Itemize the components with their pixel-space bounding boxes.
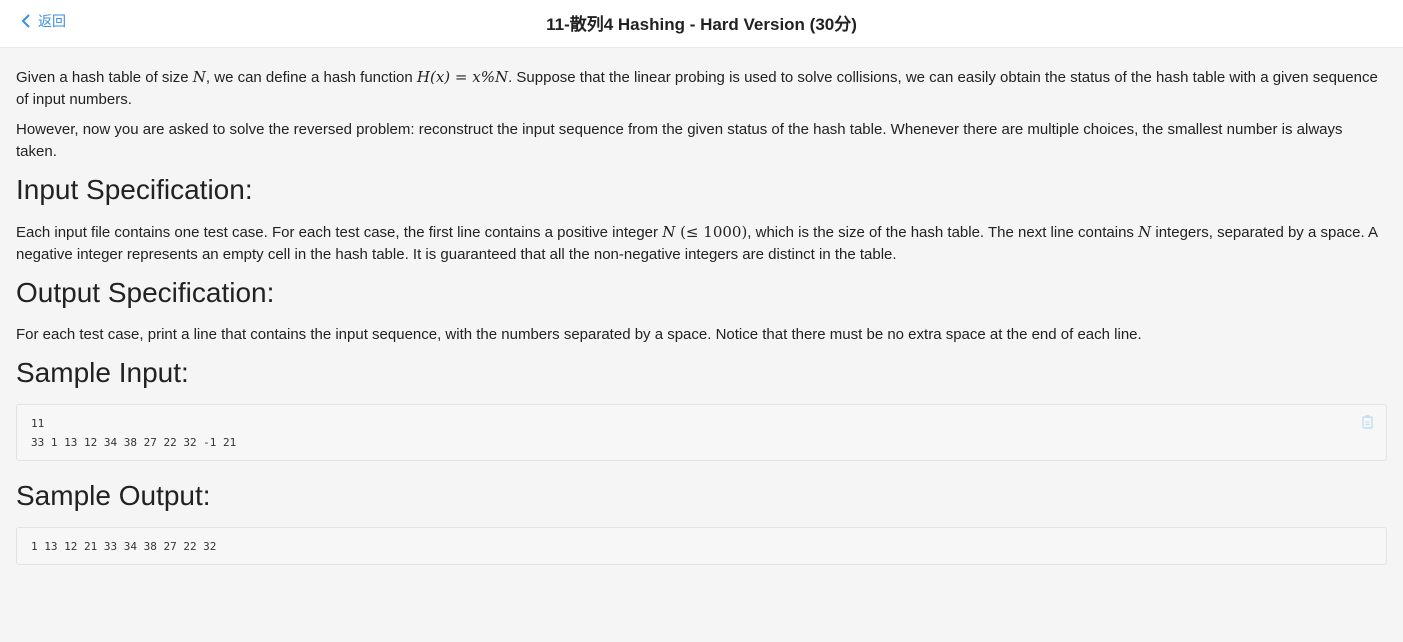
intro-paragraph: Given a hash table of size N, we can def… [16,68,1378,108]
sample-input-heading: Sample Input: [16,357,189,388]
input-spec-heading: Input Specification: [16,174,253,205]
sample-output-code[interactable]: 1 13 12 21 33 34 38 27 22 32 [31,537,1372,556]
math-n: N [192,68,206,86]
math-hash-function: H(x) = x%N [416,68,509,86]
math-n: N [1138,223,1152,241]
sample-input-code[interactable]: 11 33 1 13 12 34 38 27 22 32 -1 21 [31,414,1372,452]
problem-content: Given a hash table of size N, we can def… [0,48,1403,565]
output-spec-paragraph: For each test case, print a line that co… [16,326,1142,343]
sample-input-box[interactable]: 11 33 1 13 12 34 38 27 22 32 -1 21 [16,404,1387,461]
top-bar: 返回 11-散列4 Hashing - Hard Version (30分) [0,0,1403,48]
math-n: N [662,223,676,241]
sample-output-heading: Sample Output: [16,480,211,511]
sample-output-box[interactable]: 1 13 12 21 33 34 38 27 22 32 [16,527,1387,565]
input-spec-paragraph: Each input file contains one test case. … [16,223,1378,263]
math-constraint: (≤ 1000) [675,223,748,241]
copy-icon[interactable] [1360,414,1376,430]
output-spec-heading: Output Specification: [16,277,275,308]
reversed-problem-paragraph: However, now you are asked to solve the … [16,121,1343,160]
page-title: 11-散列4 Hashing - Hard Version (30分) [546,15,857,34]
